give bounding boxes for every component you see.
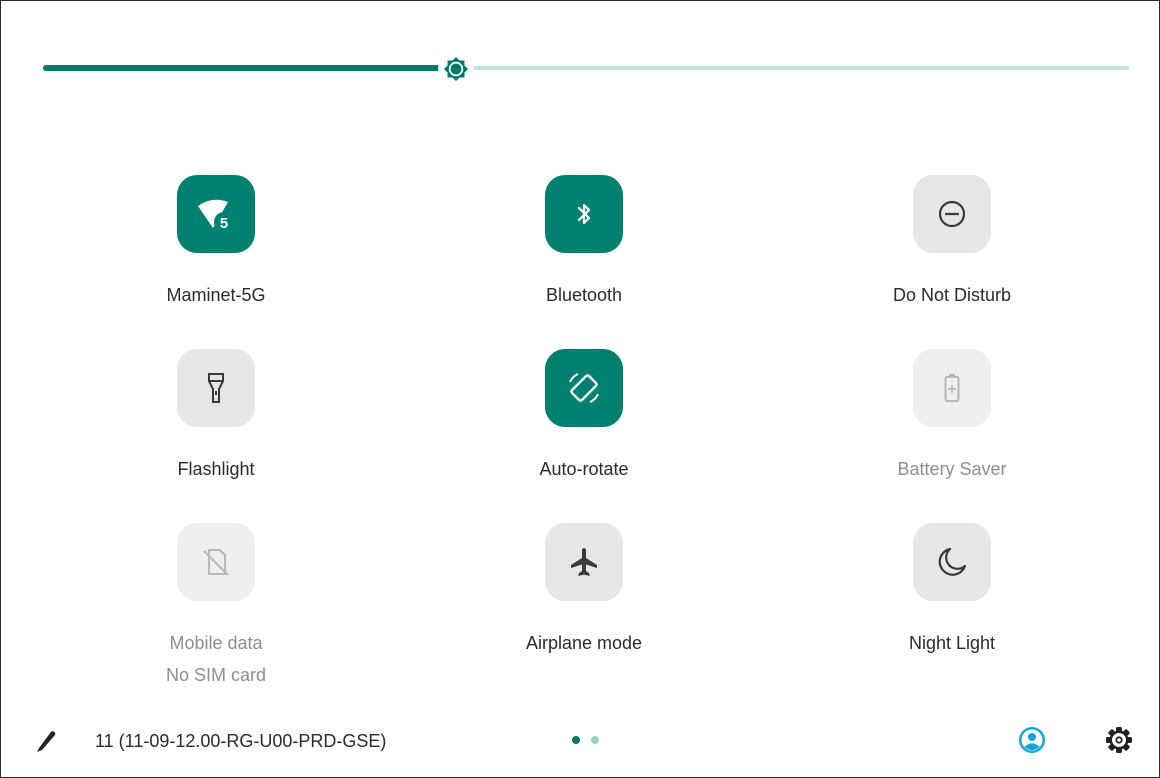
brightness-thumb[interactable] [437, 51, 474, 87]
tile-battery-saver[interactable]: Battery Saver [837, 349, 1067, 499]
edit-tiles-button[interactable] [31, 725, 61, 755]
tile-mobile-data-sublabel: No SIM card [165, 665, 267, 685]
gear-icon [1106, 727, 1132, 753]
brightness-slider[interactable] [31, 41, 1143, 97]
tile-mobile-data-label: Mobile data [169, 633, 263, 653]
do-not-disturb-icon [938, 200, 966, 228]
page-indicator[interactable] [572, 736, 602, 744]
wifi-band-badge: 5 [220, 215, 228, 232]
rotate-icon [569, 373, 599, 403]
flashlight-icon [208, 373, 224, 403]
tile-auto-rotate-label: Auto-rotate [539, 459, 629, 479]
tile-airplane-mode-button[interactable] [545, 523, 623, 601]
settings-button[interactable] [1104, 725, 1134, 755]
build-number: 11 (11-09-12.00-RG-U00-PRD-GSE) [95, 731, 387, 751]
wifi-icon: 5 [198, 199, 234, 232]
tile-mobile-data[interactable]: Mobile data No SIM card [101, 523, 331, 685]
tile-airplane-mode[interactable]: Airplane mode [469, 523, 699, 673]
tile-wifi-label: Maminet-5G [166, 285, 266, 305]
tile-bluetooth[interactable]: Bluetooth [469, 175, 699, 325]
bluetooth-icon [577, 203, 591, 225]
tile-flashlight-label: Flashlight [177, 459, 255, 479]
tile-wifi[interactable]: 5 Maminet-5G [101, 175, 331, 325]
user-icon [1019, 727, 1045, 753]
tile-flashlight[interactable]: Flashlight [101, 349, 331, 499]
tile-mobile-data-button[interactable] [177, 523, 255, 601]
page-dot-active [572, 736, 580, 744]
tile-do-not-disturb[interactable]: Do Not Disturb [837, 175, 1067, 325]
tile-wifi-button[interactable]: 5 [177, 175, 255, 253]
tile-bluetooth-label: Bluetooth [545, 285, 623, 305]
tile-night-light-button[interactable] [913, 523, 991, 601]
tile-auto-rotate-button[interactable] [545, 349, 623, 427]
brightness-icon [443, 56, 468, 82]
moon-icon [938, 547, 967, 576]
no-sim-icon [203, 549, 229, 576]
tile-auto-rotate[interactable]: Auto-rotate [469, 349, 699, 499]
tile-battery-saver-button[interactable] [913, 349, 991, 427]
quick-settings-panel: 5 Maminet-5G Bluetooth Do Not Disturb Fl… [0, 0, 1160, 778]
tile-airplane-mode-label: Airplane mode [525, 633, 643, 653]
airplane-icon [571, 548, 597, 576]
quick-settings-footer: 11 (11-09-12.00-RG-U00-PRD-GSE) [1, 701, 1159, 777]
battery-icon [944, 374, 960, 402]
tile-battery-saver-label: Battery Saver [897, 459, 1007, 479]
tile-do-not-disturb-label: Do Not Disturb [892, 285, 1012, 305]
page-dot [591, 736, 599, 744]
tile-night-light-label: Night Light [908, 633, 996, 653]
user-switcher-button[interactable] [1017, 725, 1047, 755]
tile-bluetooth-button[interactable] [545, 175, 623, 253]
tile-night-light[interactable]: Night Light [837, 523, 1067, 673]
pencil-icon [37, 731, 56, 752]
brightness-track-fill [43, 65, 456, 71]
tile-do-not-disturb-button[interactable] [913, 175, 991, 253]
tile-flashlight-button[interactable] [177, 349, 255, 427]
